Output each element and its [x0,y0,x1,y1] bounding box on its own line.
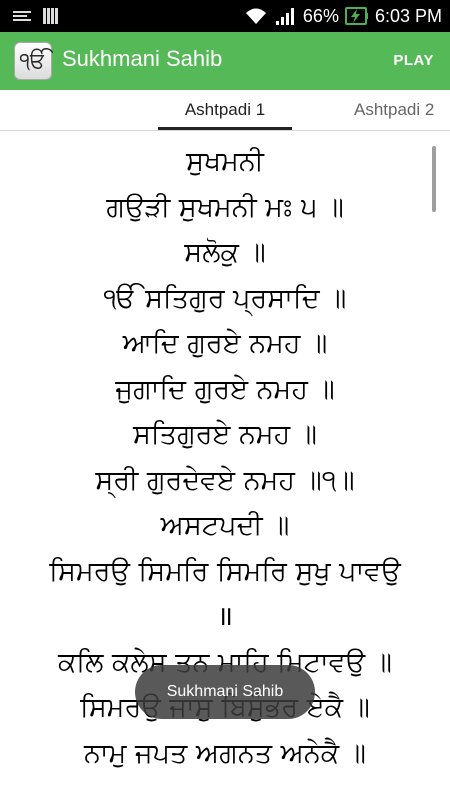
verse-line: ਆਦਿ ਗੁਰਏ ਨਮਹ ॥ [122,328,328,359]
toast-message: Sukhmani Sahib [135,665,315,719]
app-logo-glyph: ੴ [19,48,47,74]
app-bar: ੴ Sukhmani Sahib PLAY [0,32,450,90]
status-left-icons [12,7,60,25]
verse-line: ਨਾਮੁ ਜਪਤ ਅਗਨਤ ਅਨੇਕੈ ॥ [84,737,366,769]
scrollbar[interactable] [432,146,436,212]
wifi-icon [245,8,266,24]
verse-line: ਸੁਖਮਨੀ [186,146,264,177]
app-logo-icon[interactable]: ੴ [14,42,52,80]
verse-line: ਸਲੋਕੁ ॥ [184,237,266,268]
verse-line: ਸਤਿਗੁਰਏ ਨਮਹ ॥ [132,419,318,450]
verse-line: ਗਉੜੀ ਸੁਖਮਨੀ ਮਃ ੫ ॥ [106,191,344,223]
verse-line: ॥ [216,601,234,632]
verse-line: ਅਸਟਪਦੀ ॥ [160,510,290,541]
status-bar: 66% 6:03 PM [0,0,450,32]
verse-line: ਜੁਗਾਦਿ ਗੁਰਏ ਨਮਹ ॥ [115,373,335,405]
battery-percent: 66% [302,5,339,26]
tab-strip: Ashtpadi 1 Ashtpadi 2 [0,90,450,131]
notification-icon [13,11,31,21]
signal-bars-icon [43,8,58,24]
active-tab-indicator [158,127,292,130]
verse-line: ਸਿਮਰਉ ਸਿਮਰਿ ਸਿਮਰਿ ਸੁਖੁ ਪਾਵਉ [49,555,401,587]
tab-ashtpadi-2[interactable]: Ashtpadi 2 [354,90,434,130]
app-title: Sukhmani Sahib [62,46,223,71]
tab-label: Ashtpadi 1 [184,100,266,119]
status-time: 6:03 PM [374,5,442,26]
tab-label: Ashtpadi 2 [354,100,435,119]
battery-charging-icon [344,7,368,25]
cell-signal-icon [275,8,294,25]
tab-ashtpadi-1[interactable]: Ashtpadi 1 [158,90,292,130]
play-button[interactable]: PLAY [393,52,434,69]
verse-line: ਸ੍ਰੀ ਗੁਰਦੇਵਏ ਨਮਹ ॥੧॥ [95,464,355,496]
status-right-icons: 66% 6:03 PM [243,5,442,27]
verse-line: ੴ ਸਤਿਗੁਰ ਪ੍ਰਸਾਦਿ ॥ [103,282,347,314]
